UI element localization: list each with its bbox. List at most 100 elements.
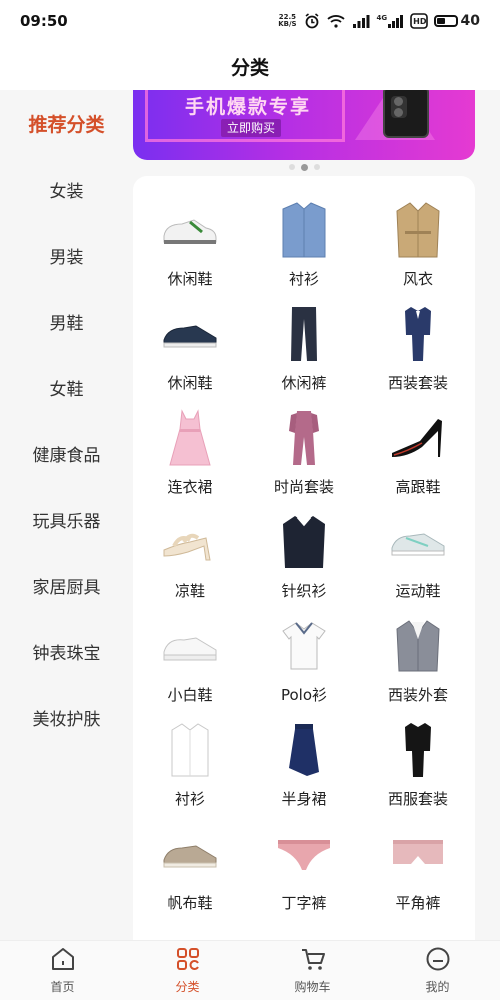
sidebar-item-label: 男鞋 xyxy=(49,313,84,334)
category-label: 衬衫 xyxy=(174,790,205,808)
nav-profile[interactable]: 我的 xyxy=(375,941,500,1000)
category-label: 小白鞋 xyxy=(167,686,213,704)
category-item[interactable]: 高跟鞋 xyxy=(361,408,475,512)
category-label: 帆布鞋 xyxy=(167,894,213,912)
sidebar-item-mens-clothing[interactable]: 男装 xyxy=(0,222,133,288)
cart-icon xyxy=(300,946,326,976)
hd-icon: HD xyxy=(410,13,428,29)
banner-title: 手机爆款专享 xyxy=(185,96,312,118)
category-item[interactable]: 衬衫 xyxy=(133,720,247,824)
nav-label: 分类 xyxy=(175,980,200,994)
sidebar-item-mens-shoes[interactable]: 男鞋 xyxy=(0,288,133,354)
category-item[interactable]: 凉鞋 xyxy=(133,512,247,616)
sidebar-item-womens-shoes[interactable]: 女鞋 xyxy=(0,354,133,420)
high-heel-icon xyxy=(383,408,453,468)
status-icons: 22.5 KB/S 4G HD 40 xyxy=(278,13,480,29)
category-label: 凉鞋 xyxy=(174,582,205,600)
category-item[interactable]: 风衣 xyxy=(361,200,475,304)
category-item[interactable]: Polo衫 xyxy=(247,616,361,720)
sidebar-item-beauty[interactable]: 美妆护肤 xyxy=(0,684,133,750)
nav-label: 购物车 xyxy=(294,980,331,994)
skirt-icon xyxy=(269,720,339,780)
sidebar-item-label: 女装 xyxy=(49,181,84,202)
sidebar-item-label: 家居厨具 xyxy=(32,577,101,598)
category-grid: 休闲鞋 衬衫 风衣 休闲鞋 休闲裤 西装套装 连衣裙 时尚套装 高跟鞋 凉鞋 针… xyxy=(133,176,475,940)
sidebar-item-toys[interactable]: 玩具乐器 xyxy=(0,486,133,552)
nav-home[interactable]: 首页 xyxy=(0,941,125,1000)
category-item[interactable]: 休闲鞋 xyxy=(133,200,247,304)
category-content: 手机爆款专享 立即购买 休闲鞋 衬衫 风衣 休闲鞋 休闲裤 西装套装 连衣裙 时… xyxy=(133,90,500,940)
trench-coat-icon xyxy=(383,200,453,260)
category-label: 风衣 xyxy=(402,270,433,288)
hd-label: HD xyxy=(413,16,427,26)
category-label: 半身裙 xyxy=(281,790,327,808)
category-item[interactable]: 西装套装 xyxy=(361,304,475,408)
category-item[interactable]: 针织衫 xyxy=(247,512,361,616)
navy-shoe-icon xyxy=(155,304,225,364)
sidebar-item-health-food[interactable]: 健康食品 xyxy=(0,420,133,486)
category-label: 连衣裙 xyxy=(167,478,213,496)
thong-icon xyxy=(269,824,339,884)
polo-shirt-icon xyxy=(269,616,339,676)
net-speed-unit: KB/S xyxy=(278,20,297,28)
white-shoe-icon xyxy=(155,616,225,676)
category-item[interactable]: 运动鞋 xyxy=(361,512,475,616)
signal-icon xyxy=(352,14,370,28)
promo-banner[interactable]: 手机爆款专享 立即购买 xyxy=(133,90,475,160)
sidebar-item-label: 女鞋 xyxy=(49,379,84,400)
category-item[interactable]: 西服套装 xyxy=(361,720,475,824)
sidebar-item-watches-jewelry[interactable]: 钟表珠宝 xyxy=(0,618,133,684)
battery-level: 40 xyxy=(460,13,480,29)
category-label: 西装外套 xyxy=(387,686,448,704)
nav-cart[interactable]: 购物车 xyxy=(250,941,375,1000)
sidebar-item-home-kitchen[interactable]: 家居厨具 xyxy=(0,552,133,618)
status-bar: 09:50 22.5 KB/S 4G HD 40 xyxy=(0,0,500,42)
category-item[interactable]: 西装外套 xyxy=(361,616,475,720)
wifi-icon xyxy=(326,14,345,28)
pink-dress-icon xyxy=(155,408,225,468)
pants-icon xyxy=(269,304,339,364)
battery-icon: 40 xyxy=(433,13,480,29)
home-icon xyxy=(50,946,76,976)
category-item[interactable]: 休闲鞋 xyxy=(133,304,247,408)
blazer-icon xyxy=(383,616,453,676)
banner-dot-active[interactable] xyxy=(300,163,308,171)
signal-4g-icon: 4G xyxy=(377,14,404,28)
category-label: 休闲鞋 xyxy=(167,374,213,392)
black-suit-icon xyxy=(383,720,453,780)
signal-4g-label: 4G xyxy=(376,14,388,22)
category-label: 针织衫 xyxy=(281,582,327,600)
sidebar-item-womens-clothing[interactable]: 女装 xyxy=(0,156,133,222)
bottom-nav: 首页 分类 购物车 我的 xyxy=(0,940,500,1000)
alarm-icon xyxy=(304,13,320,29)
nav-label: 首页 xyxy=(50,980,75,994)
banner-buy-button[interactable]: 立即购买 xyxy=(221,119,282,137)
category-label: 运动鞋 xyxy=(395,582,441,600)
nav-category[interactable]: 分类 xyxy=(125,941,250,1000)
sport-shoe-icon xyxy=(383,512,453,572)
profile-icon xyxy=(425,946,451,976)
category-item[interactable]: 休闲裤 xyxy=(247,304,361,408)
category-item[interactable]: 半身裙 xyxy=(247,720,361,824)
category-item[interactable]: 衬衫 xyxy=(247,200,361,304)
category-item[interactable]: 帆布鞋 xyxy=(133,824,247,928)
app-header: 分类 xyxy=(0,42,500,90)
sidebar-item-label: 男装 xyxy=(49,247,84,268)
suit-icon xyxy=(383,304,453,364)
nav-label: 我的 xyxy=(425,980,450,994)
category-label: 丁字裤 xyxy=(281,894,327,912)
category-item[interactable]: 平角裤 xyxy=(361,824,475,928)
category-item[interactable]: 丁字裤 xyxy=(247,824,361,928)
category-label: 西装套装 xyxy=(387,374,448,392)
sidebar-item-recommended[interactable]: 推荐分类 xyxy=(0,90,133,156)
category-label: 西服套装 xyxy=(387,790,448,808)
category-item[interactable]: 小白鞋 xyxy=(133,616,247,720)
category-label: 高跟鞋 xyxy=(395,478,441,496)
category-item[interactable]: 时尚套装 xyxy=(247,408,361,512)
sweater-icon xyxy=(269,512,339,572)
banner-dot[interactable] xyxy=(288,164,295,170)
category-icon xyxy=(175,946,201,976)
category-item[interactable]: 连衣裙 xyxy=(133,408,247,512)
banner-dot[interactable] xyxy=(313,164,320,170)
status-time: 09:50 xyxy=(20,12,68,30)
